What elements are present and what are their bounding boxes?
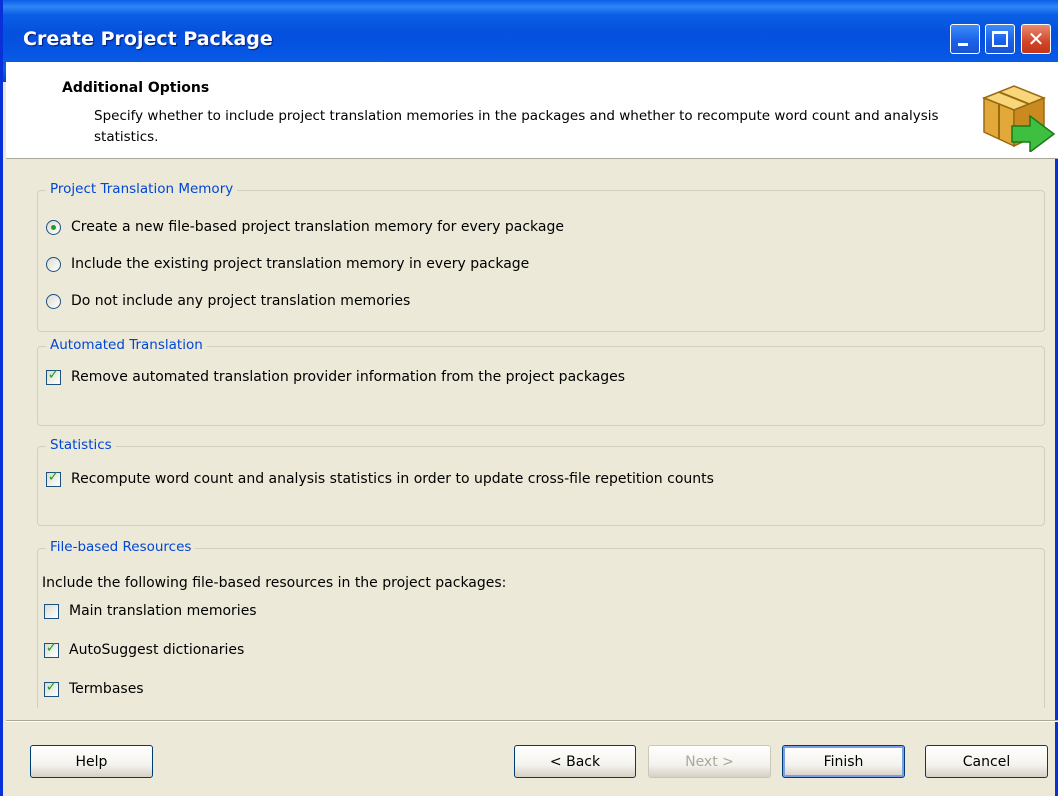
back-button[interactable]: < Back: [514, 745, 636, 778]
tm-option-label: Do not include any project translation m…: [71, 293, 411, 309]
dialog-window: Create Project Package ✕ Additional Opti…: [0, 0, 1058, 796]
check-mark-icon: ✓: [47, 468, 60, 485]
window-title: Create Project Package: [23, 28, 273, 50]
maximize-icon: [992, 31, 1008, 47]
checkbox[interactable]: ✓: [44, 678, 59, 697]
project-tm-legend: Project Translation Memory: [46, 181, 238, 197]
autosuggest-option[interactable]: ✓ AutoSuggest dictionaries: [44, 640, 244, 660]
check-mark-icon: ✓: [47, 366, 60, 383]
tm-option-include-existing[interactable]: Include the existing project translation…: [46, 254, 529, 274]
automated-translation-legend: Automated Translation: [46, 337, 207, 353]
tm-option-create-new[interactable]: Create a new file-based project translat…: [46, 217, 564, 237]
radio-button[interactable]: [46, 256, 61, 272]
checkbox-label: Remove automated translation provider in…: [71, 369, 626, 385]
maximize-button[interactable]: [985, 24, 1015, 54]
project-tm-group: Project Translation Memory Create a new …: [37, 181, 1045, 332]
remove-mt-provider-option[interactable]: ✓ Remove automated translation provider …: [46, 367, 625, 387]
checkbox-label: Main translation memories: [69, 603, 257, 619]
tm-option-none[interactable]: Do not include any project translation m…: [46, 291, 410, 311]
cancel-button[interactable]: Cancel: [925, 745, 1048, 778]
next-button[interactable]: Next >: [648, 745, 771, 778]
radio-button[interactable]: [46, 219, 61, 235]
minimize-button[interactable]: [950, 24, 980, 54]
main-tm-option[interactable]: Main translation memories: [44, 601, 257, 621]
page-title: Additional Options: [62, 80, 210, 96]
checkbox[interactable]: ✓: [46, 468, 61, 487]
checkbox-label: Termbases: [69, 681, 144, 697]
close-icon: ✕: [1027, 27, 1045, 51]
page-description: Specify whether to include project trans…: [94, 108, 939, 145]
tm-option-label: Create a new file-based project translat…: [71, 219, 564, 235]
checkbox[interactable]: ✓: [44, 639, 59, 658]
check-mark-icon: ✓: [45, 639, 58, 656]
checkbox-label: AutoSuggest dictionaries: [69, 642, 245, 658]
finish-button[interactable]: Finish: [782, 745, 905, 778]
radio-button[interactable]: [46, 293, 61, 309]
minimize-icon: [958, 43, 968, 46]
wizard-header: Additional Options Specify whether to in…: [6, 62, 1058, 159]
checkbox[interactable]: ✓: [46, 366, 61, 385]
file-resources-legend: File-based Resources: [46, 539, 196, 555]
close-button[interactable]: ✕: [1021, 24, 1051, 54]
help-button[interactable]: Help: [30, 745, 153, 778]
termbases-option[interactable]: ✓ Termbases: [44, 679, 144, 699]
statistics-legend: Statistics: [46, 437, 116, 453]
checkbox-label: Recompute word count and analysis statis…: [71, 471, 714, 487]
statistics-group: Statistics ✓ Recompute word count and an…: [37, 437, 1045, 526]
tm-option-label: Include the existing project translation…: [71, 256, 530, 272]
automated-translation-group: Automated Translation ✓ Remove automated…: [37, 337, 1045, 426]
file-resources-group: File-based Resources Include the followi…: [37, 539, 1045, 708]
recompute-statistics-option[interactable]: ✓ Recompute word count and analysis stat…: [46, 469, 714, 489]
file-resources-intro: Include the following file-based resourc…: [42, 575, 507, 591]
checkbox[interactable]: [44, 603, 59, 619]
footer-divider: [6, 720, 1058, 722]
package-arrow-icon: [981, 85, 1056, 152]
check-mark-icon: ✓: [45, 678, 58, 695]
